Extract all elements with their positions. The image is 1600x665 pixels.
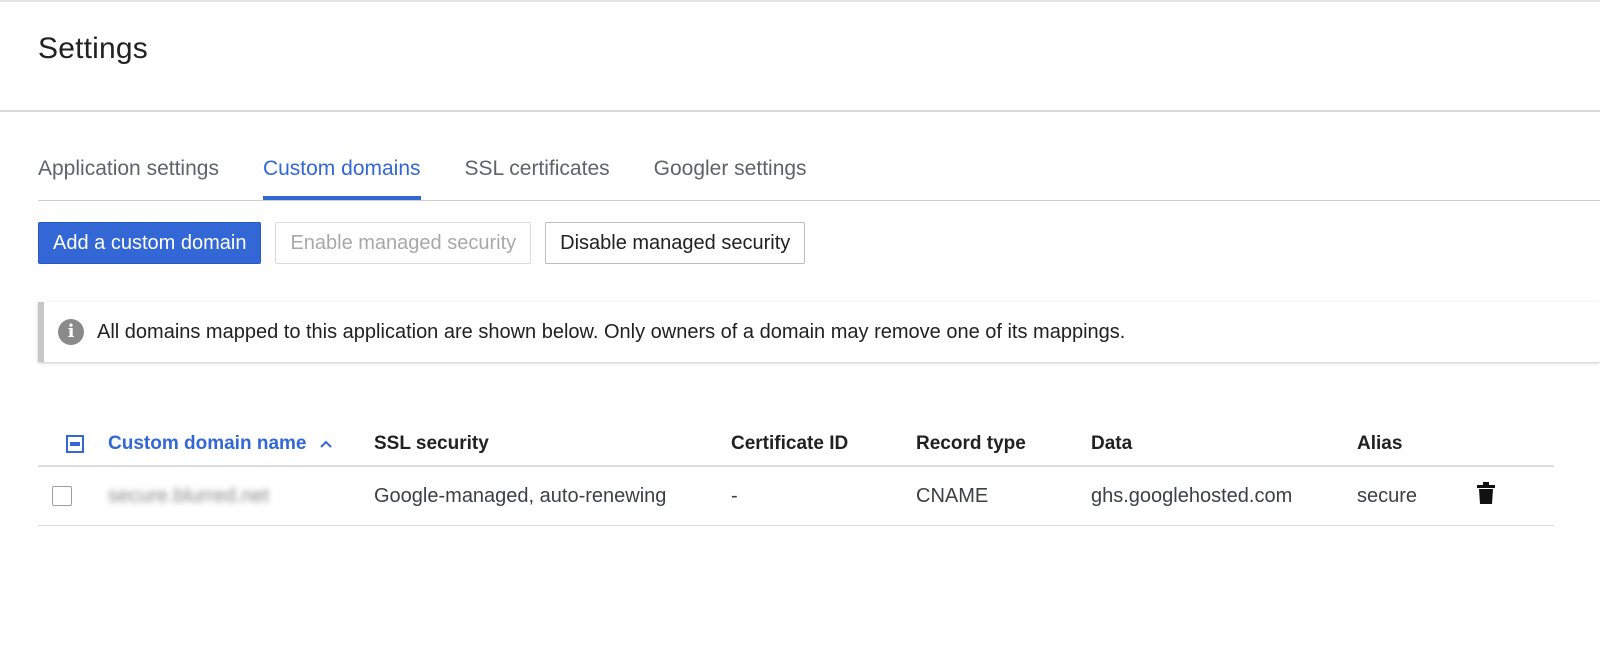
tab-ssl-certificates[interactable]: SSL certificates xyxy=(465,155,610,197)
add-custom-domain-button[interactable]: Add a custom domain xyxy=(38,222,262,264)
sort-ascending-icon xyxy=(314,436,332,453)
column-header-domain-label: Custom domain name xyxy=(108,433,307,454)
row-checkbox[interactable] xyxy=(52,486,72,506)
row-checkbox-cell xyxy=(38,466,108,526)
info-icon: i xyxy=(58,319,84,345)
trash-icon[interactable] xyxy=(1477,482,1495,510)
certificate-id-cell: - xyxy=(731,466,916,526)
disable-managed-security-button[interactable]: Disable managed security xyxy=(545,222,806,264)
info-banner: i All domains mapped to this application… xyxy=(38,302,1600,362)
top-border xyxy=(0,0,1600,2)
select-all-checkbox[interactable] xyxy=(66,435,84,453)
tab-custom-domains[interactable]: Custom domains xyxy=(262,155,421,200)
info-banner-text: All domains mapped to this application a… xyxy=(97,320,1126,343)
table-header-row: Custom domain name SSL security Certific… xyxy=(38,423,1554,467)
table-row: secure.blurred.net Google-managed, auto-… xyxy=(38,466,1554,526)
page-title: Settings xyxy=(38,32,148,65)
column-header-certificate-id: Certificate ID xyxy=(731,423,916,467)
delete-cell xyxy=(1477,466,1554,526)
domains-table: Custom domain name SSL security Certific… xyxy=(38,423,1554,526)
domain-cell: secure.blurred.net xyxy=(108,466,374,526)
enable-managed-security-button: Enable managed security xyxy=(275,222,532,264)
column-header-record-type: Record type xyxy=(916,423,1091,467)
tabs-divider xyxy=(38,200,1600,201)
record-type-cell: CNAME xyxy=(916,466,1091,526)
tab-application-settings[interactable]: Application settings xyxy=(38,155,219,197)
settings-page: Settings Application settings Custom dom… xyxy=(0,0,1600,665)
tab-bar: Application settings Custom domains SSL … xyxy=(38,155,851,200)
header-divider xyxy=(0,110,1600,112)
column-header-actions xyxy=(1477,423,1554,467)
alias-cell: secure xyxy=(1357,466,1477,526)
column-header-ssl: SSL security xyxy=(374,423,731,467)
column-header-domain[interactable]: Custom domain name xyxy=(108,423,374,467)
action-bar: Add a custom domain Enable managed secur… xyxy=(38,222,819,264)
ssl-security-cell: Google-managed, auto-renewing xyxy=(374,466,731,526)
domain-name: secure.blurred.net xyxy=(108,484,270,507)
tab-googler-settings[interactable]: Googler settings xyxy=(654,155,807,197)
column-header-alias: Alias xyxy=(1357,423,1477,467)
column-header-data: Data xyxy=(1091,423,1357,467)
data-cell: ghs.googlehosted.com xyxy=(1091,466,1357,526)
select-all-cell xyxy=(38,423,108,467)
